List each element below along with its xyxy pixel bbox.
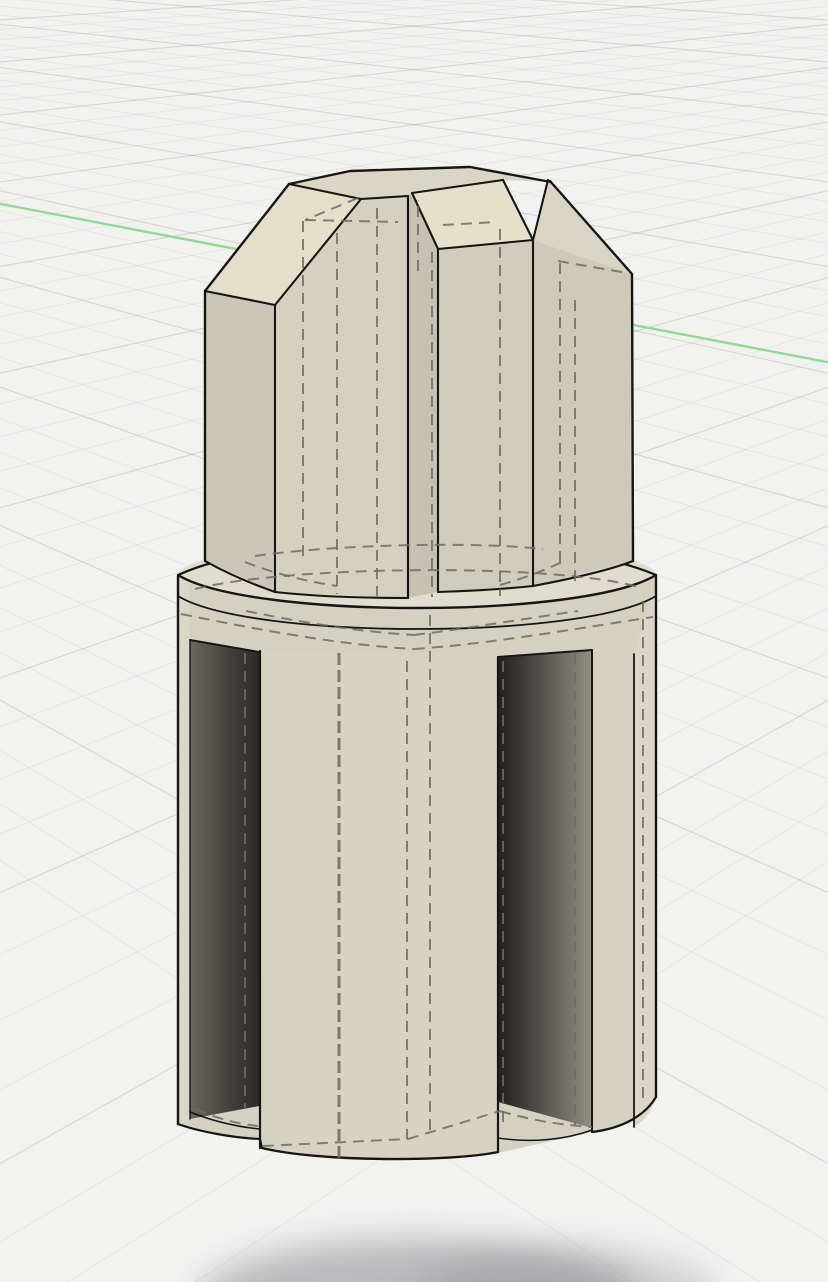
notch-side-face <box>408 193 438 598</box>
left-outer-face <box>205 291 275 592</box>
3d-model-part[interactable] <box>178 167 656 1159</box>
right-slot-opening <box>498 650 592 1128</box>
cad-viewport-canvas[interactable] <box>0 0 828 1282</box>
front-fin-slab <box>260 651 498 1159</box>
model-lower-finned-cylinder[interactable] <box>178 549 656 1159</box>
scene-svg <box>0 0 828 1282</box>
right-lobe-front-face <box>438 240 533 592</box>
left-silhouette-strip <box>178 578 190 1124</box>
model-ground-shadow <box>198 1238 718 1282</box>
right-silhouette-strip <box>634 585 656 1127</box>
right-outer-face <box>533 240 633 586</box>
left-slot-opening <box>190 640 259 1119</box>
